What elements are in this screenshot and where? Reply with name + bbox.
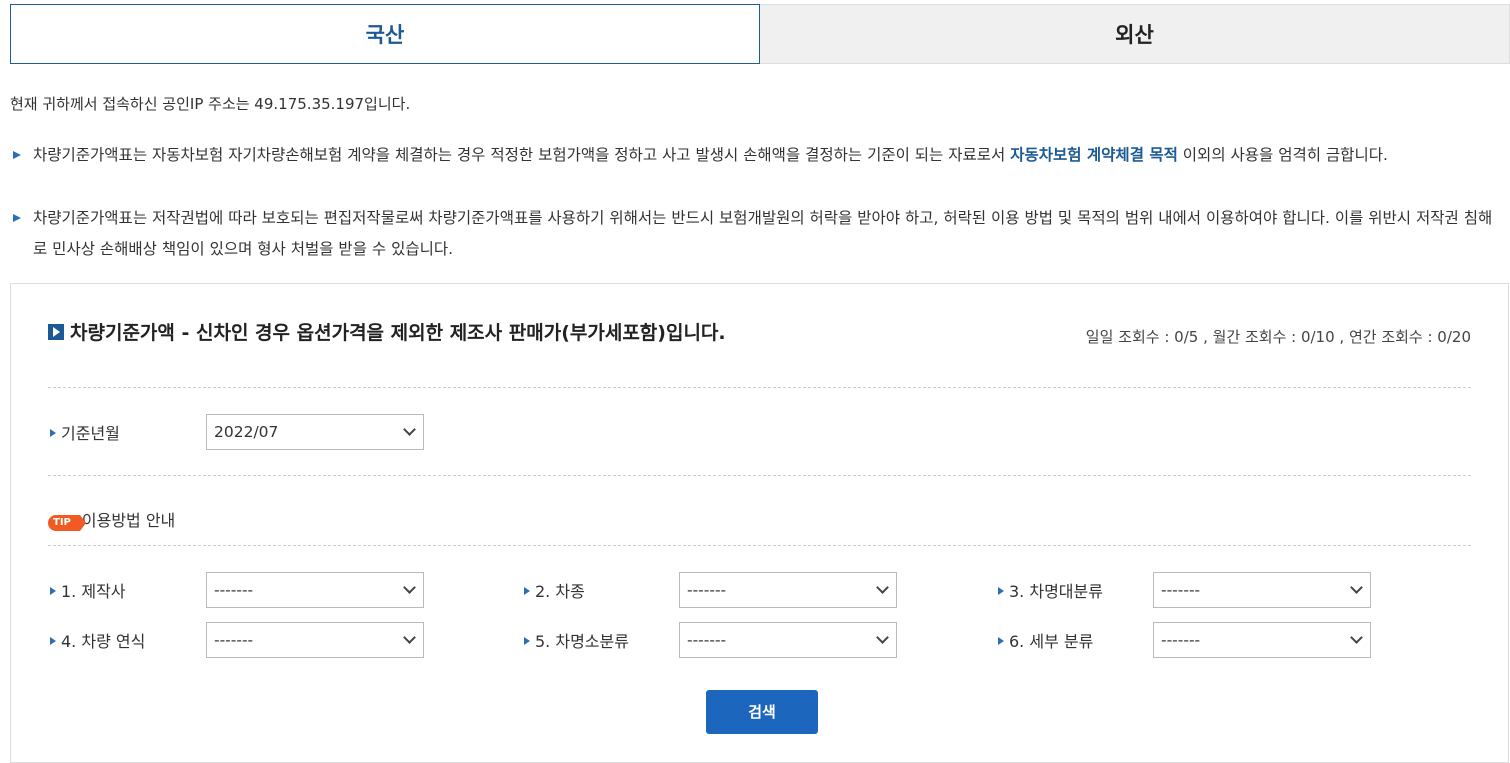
ip-notice: 현재 귀하께서 접속하신 공인IP 주소는 49.175.35.197입니다. [10, 95, 411, 113]
tip-icon: TIP [48, 515, 86, 531]
copyright-notice-text: 차량기준가액표는 저작권법에 따라 보호되는 편집저작물로써 차량기준가액표를 … [33, 209, 1493, 258]
search-panel: 차량기준가액 - 신차인 경우 옵션가격을 제외한 제조사 판매가(부가세포함)… [10, 283, 1509, 763]
chevron-down-icon [876, 631, 889, 644]
usage-notice-text: 차량기준가액표는 자동차보험 자기차량손해보험 계약을 체결하는 경우 적정한 … [33, 146, 1388, 164]
chevron-down-icon [1350, 581, 1363, 594]
bullet-arrow-icon [13, 151, 21, 159]
manufacturer-select[interactable]: ------- [206, 572, 424, 608]
arrow-right-icon [524, 637, 530, 645]
usage-purpose-highlight: 자동차보험 계약체결 목적 [1010, 146, 1178, 164]
divider [48, 387, 1471, 388]
arrow-right-icon [998, 637, 1004, 645]
arrow-right-icon [998, 587, 1004, 595]
arrow-right-icon [50, 429, 56, 437]
divider [48, 545, 1471, 546]
arrow-right-icon [50, 637, 56, 645]
bullet-arrow-icon [13, 214, 21, 222]
manufacturer-label: 1. 제작사 [50, 578, 126, 602]
usage-notice: 차량기준가액표는 자동차보험 자기차량손해보험 계약을 체결하는 경우 적정한 … [10, 140, 1500, 171]
model-minor-label: 5. 차명소분류 [524, 628, 629, 652]
vehicle-type-select[interactable]: ------- [679, 572, 897, 608]
chevron-down-icon [403, 631, 416, 644]
panel-title: 차량기준가액 - 신차인 경우 옵션가격을 제외한 제조사 판매가(부가세포함)… [48, 318, 726, 345]
chevron-down-icon [876, 581, 889, 594]
search-button[interactable]: 검색 [706, 690, 818, 734]
divider [48, 475, 1471, 476]
copyright-notice: 차량기준가액표는 저작권법에 따라 보호되는 편집저작물로써 차량기준가액표를 … [10, 203, 1500, 265]
view-counts: 일일 조회수 : 0/5 , 월간 조회수 : 0/10 , 연간 조회수 : … [1085, 328, 1471, 346]
model-major-label: 3. 차명대분류 [998, 578, 1103, 602]
arrow-right-icon [524, 587, 530, 595]
vehicle-type-label: 2. 차종 [524, 578, 585, 602]
tab-domestic[interactable]: 국산 [10, 4, 760, 64]
tab-imported[interactable]: 외산 [760, 4, 1510, 64]
chevron-down-icon [1350, 631, 1363, 644]
model-major-select[interactable]: ------- [1153, 572, 1371, 608]
detail-class-select[interactable]: ------- [1153, 622, 1371, 658]
detail-class-label: 6. 세부 분류 [998, 628, 1093, 652]
arrow-right-icon [50, 587, 56, 595]
model-year-select[interactable]: ------- [206, 622, 424, 658]
model-year-label: 4. 차량 연식 [50, 628, 145, 652]
chevron-down-icon [403, 581, 416, 594]
tab-bar: 국산 외산 [10, 4, 1510, 66]
base-month-select[interactable]: 2022/07 [206, 414, 424, 450]
model-minor-select[interactable]: ------- [679, 622, 897, 658]
chevron-down-icon [403, 423, 416, 436]
play-square-icon [48, 324, 64, 340]
usage-guide[interactable]: TIP 이용방법 안내 [48, 507, 175, 531]
base-month-label: 기준년월 [50, 420, 120, 444]
